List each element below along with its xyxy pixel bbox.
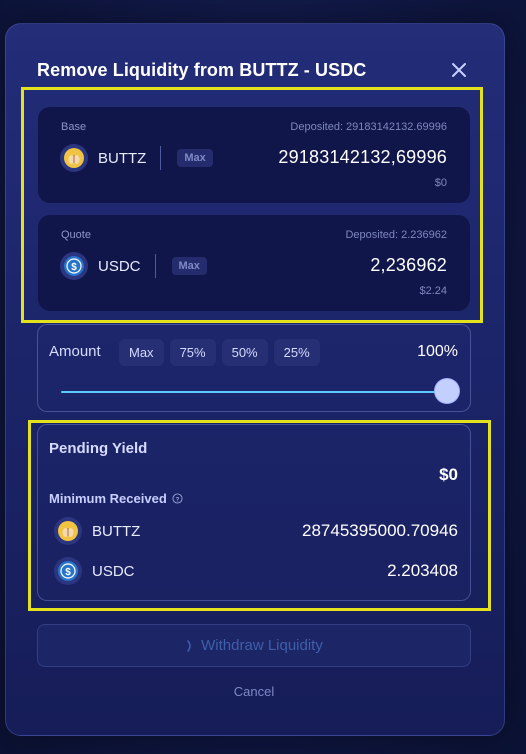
amount-slider-track[interactable] <box>61 391 447 393</box>
withdraw-liquidity-label: Withdraw Liquidity <box>201 637 323 654</box>
amount-25-button[interactable]: 25% <box>273 339 320 366</box>
amount-percent-value: 100% <box>417 343 458 360</box>
dialog-title: Remove Liquidity from BUTTZ - USDC <box>37 60 367 80</box>
amount-slider-thumb[interactable] <box>435 379 459 403</box>
amount-50-button[interactable]: 50% <box>221 339 268 366</box>
highlight-box-tokens <box>21 87 483 323</box>
amount-75-button[interactable]: 75% <box>169 339 216 366</box>
amount-label: Amount <box>49 343 101 360</box>
spinner-icon <box>187 639 191 652</box>
amount-max-button[interactable]: Max <box>119 339 164 366</box>
highlight-box-yield <box>28 420 491 611</box>
close-icon[interactable] <box>449 60 469 80</box>
cancel-button[interactable]: Cancel <box>0 684 508 699</box>
close-button[interactable] <box>449 60 469 80</box>
withdraw-liquidity-button[interactable]: Withdraw Liquidity <box>37 624 471 667</box>
amount-panel: Amount Max 75% 50% 25% 100% <box>37 324 471 412</box>
